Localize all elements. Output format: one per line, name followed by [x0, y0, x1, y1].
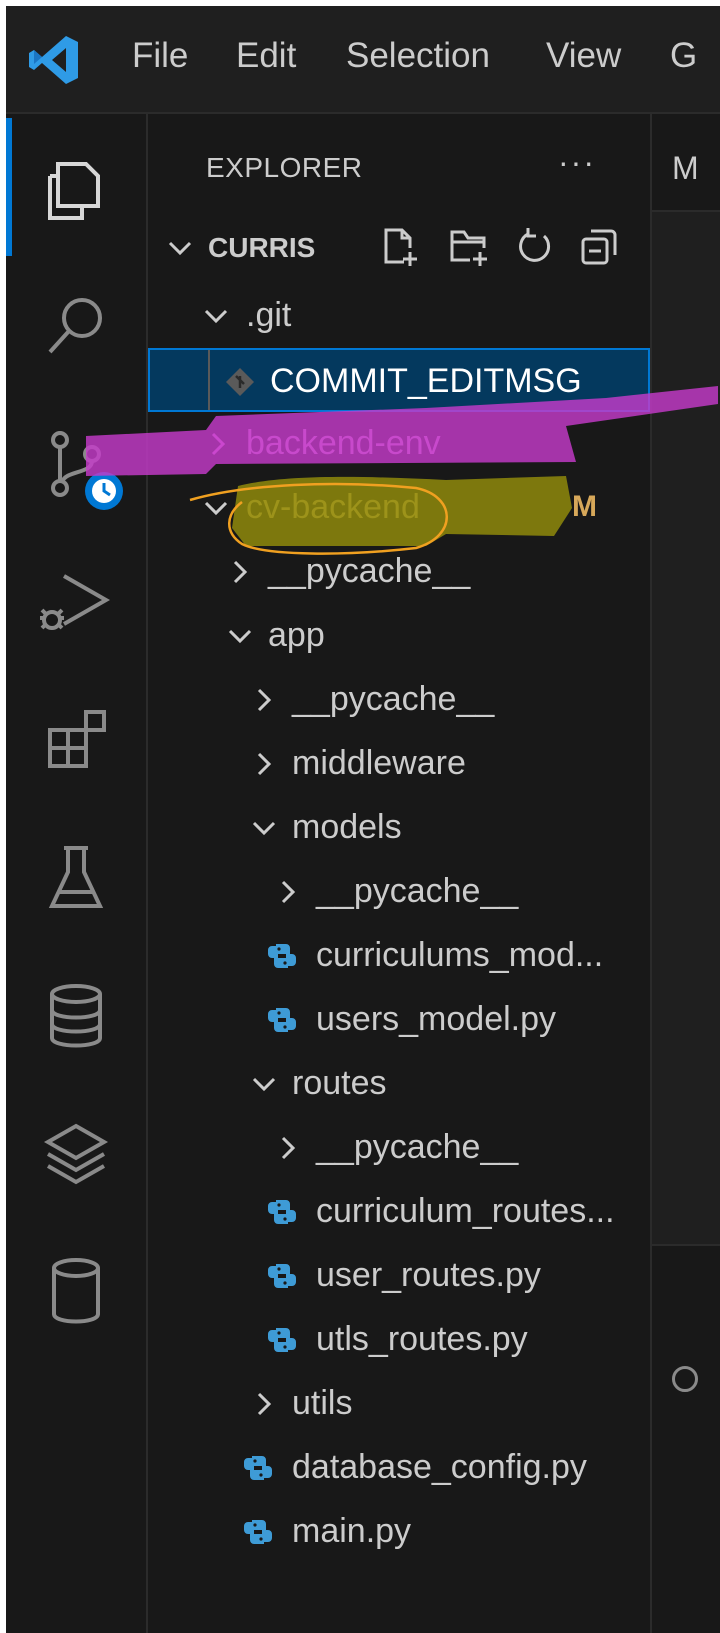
chevron-right-icon [257, 688, 272, 712]
indent-guide [208, 350, 210, 410]
chevron-right-icon [257, 752, 272, 776]
tree-folder-backend-env[interactable]: backend-env [148, 412, 650, 476]
explorer-sidebar: EXPLORER ··· CURRIS .git COMMIT_EDITMSG … [148, 114, 650, 1633]
menu-selection[interactable]: Selection [346, 36, 490, 76]
tree-folder-cv-backend[interactable]: cv-backend M [148, 476, 650, 540]
chevron-right-icon [281, 1136, 296, 1160]
editor-tab[interactable]: M [672, 150, 699, 187]
vscode-window: File Edit Selection View G EXPLORER ··· … [6, 6, 720, 1633]
tree-label: main.py [292, 1512, 412, 1550]
search-icon[interactable] [36, 286, 116, 366]
tree-folder-middleware[interactable]: middleware [148, 732, 650, 796]
chevron-down-icon [228, 629, 252, 644]
chevron-down-icon [204, 309, 228, 324]
explorer-icon[interactable] [36, 150, 116, 230]
menu-file[interactable]: File [132, 36, 188, 76]
tree-file-curriculums-model[interactable]: curriculums_mod... [148, 924, 650, 988]
python-file-icon [268, 1200, 296, 1224]
tree-folder-models-pycache[interactable]: __pycache__ [148, 860, 650, 924]
chevron-right-icon [211, 432, 226, 456]
chevron-right-icon [281, 880, 296, 904]
tree-label: database_config.py [292, 1448, 587, 1486]
tree-folder-routes[interactable]: routes [148, 1052, 650, 1116]
new-folder-icon[interactable] [448, 226, 490, 268]
tree-label: curriculums_mod... [316, 936, 604, 974]
tree-folder-routes-pycache[interactable]: __pycache__ [148, 1116, 650, 1180]
tree-label: __pycache__ [292, 680, 495, 718]
database-icon[interactable] [36, 976, 116, 1056]
extensions-icon[interactable] [36, 700, 116, 780]
python-file-icon [268, 1008, 296, 1032]
tree-label: __pycache__ [316, 872, 519, 910]
tree-label: utils [292, 1384, 353, 1422]
tree-label: middleware [292, 744, 466, 782]
tree-label: cv-backend [246, 488, 420, 526]
title-bar: File Edit Selection View G [6, 6, 720, 114]
tree-folder-utils[interactable]: utils [148, 1372, 650, 1436]
layers-icon[interactable] [36, 1114, 116, 1194]
vscode-logo-icon[interactable] [26, 32, 82, 88]
tree-label: curriculum_routes... [316, 1192, 615, 1230]
tree-label: utls_routes.py [316, 1320, 528, 1358]
tree-folder-pycache[interactable]: __pycache__ [148, 540, 650, 604]
tree-file-user-routes[interactable]: user_routes.py [148, 1244, 650, 1308]
chevron-right-icon [257, 1392, 272, 1416]
tree-label: COMMIT_EDITMSG [270, 362, 582, 400]
tree-file-users-model[interactable]: users_model.py [148, 988, 650, 1052]
workspace-title: CURRIS [208, 232, 316, 263]
circle-icon [672, 1366, 698, 1392]
tree-label: __pycache__ [268, 552, 471, 590]
clock-badge-icon [85, 472, 123, 510]
chevron-down-icon [252, 821, 276, 836]
cylinder-icon[interactable] [36, 1252, 116, 1332]
tree-file-utls-routes[interactable]: utls_routes.py [148, 1308, 650, 1372]
tree-label: routes [292, 1064, 387, 1102]
menu-edit[interactable]: Edit [236, 36, 296, 76]
tree-file-database-config[interactable]: database_config.py [148, 1436, 650, 1500]
tree-file-curriculum-routes[interactable]: curriculum_routes... [148, 1180, 650, 1244]
tree-label: users_model.py [316, 1000, 557, 1038]
bottom-panel [652, 1244, 720, 1633]
more-actions-icon[interactable]: ··· [558, 144, 596, 181]
chevron-down-icon [168, 241, 192, 256]
refresh-icon[interactable] [514, 226, 556, 268]
tree-file-main[interactable]: main.py [148, 1500, 650, 1564]
python-file-icon [244, 1520, 272, 1544]
python-file-icon [268, 1264, 296, 1288]
tree-label: app [268, 616, 325, 654]
collapse-all-icon[interactable] [578, 226, 620, 268]
workspace-section-header[interactable]: CURRIS [158, 216, 648, 276]
python-file-icon [268, 1328, 296, 1352]
explorer-title: EXPLORER [206, 152, 363, 183]
git-file-icon [226, 368, 254, 396]
tree-label: user_routes.py [316, 1256, 541, 1294]
tree-folder-app[interactable]: app [148, 604, 650, 668]
chevron-right-icon [233, 560, 248, 584]
active-indicator [6, 118, 12, 256]
testing-icon[interactable] [36, 838, 116, 918]
tree-folder-app-pycache[interactable]: __pycache__ [148, 668, 650, 732]
modified-badge: M [572, 490, 597, 523]
tree-label: backend-env [246, 424, 441, 462]
chevron-down-icon [204, 501, 228, 516]
tree-label: .git [246, 296, 292, 334]
tree-label: __pycache__ [316, 1128, 519, 1166]
tree-label: models [292, 808, 402, 846]
menu-go[interactable]: G [670, 36, 697, 76]
editor-area: M [650, 114, 720, 1633]
run-debug-icon[interactable] [36, 562, 116, 642]
menu-view[interactable]: View [546, 36, 621, 76]
python-file-icon [244, 1456, 272, 1480]
tree-file-commit-editmsg[interactable]: COMMIT_EDITMSG [148, 348, 650, 412]
tree-folder-git[interactable]: .git [148, 284, 650, 348]
new-file-icon[interactable] [380, 226, 422, 268]
activity-bar [6, 114, 148, 1633]
python-file-icon [268, 944, 296, 968]
editor-tab-strip: M [652, 114, 720, 212]
chevron-down-icon [252, 1077, 276, 1092]
tree-folder-models[interactable]: models [148, 796, 650, 860]
